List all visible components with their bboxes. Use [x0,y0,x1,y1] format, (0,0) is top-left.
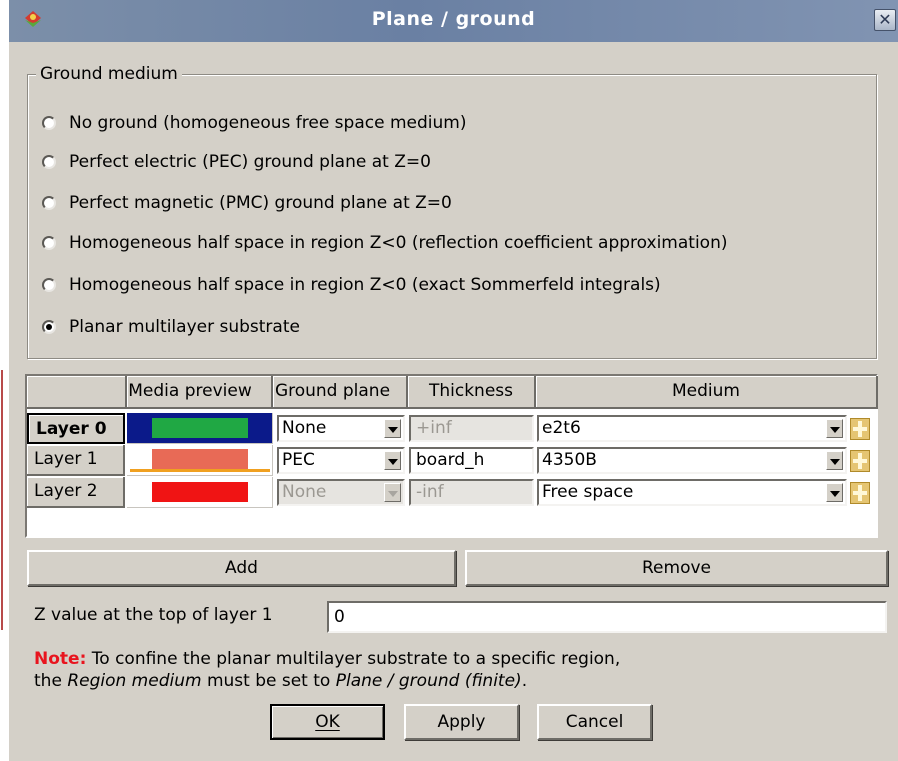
ok-button[interactable]: OK [270,704,385,740]
radio-label: Planar multilayer substrate [69,317,300,337]
radio-label: Homogeneous half space in region Z<0 (re… [69,233,728,253]
close-icon: ✕ [878,10,892,29]
col-header-thickness[interactable]: Thickness [408,376,536,409]
radio-half-space-reflection[interactable]: Homogeneous half space in region Z<0 (re… [42,231,727,255]
close-button[interactable]: ✕ [874,9,896,31]
medium-select[interactable]: 4350B [537,447,847,474]
thickness-field[interactable]: board_h [409,447,534,474]
note-text: Note: To confine the planar multilayer s… [34,649,621,691]
media-preview-swatch [152,482,248,502]
note-prefix: Note: [34,649,87,669]
radio-button[interactable] [42,116,56,130]
z-value-input[interactable] [327,601,887,633]
ground-plane-line [130,469,270,472]
add-medium-icon[interactable] [850,450,870,472]
add-medium-icon[interactable] [850,418,870,440]
thickness-field: -inf [409,479,534,506]
radio-pec[interactable]: Perfect electric (PEC) ground plane at Z… [42,150,431,174]
z-value-label: Z value at the top of layer 1 [34,605,273,625]
title-bar[interactable]: Plane / ground ✕ [9,0,898,42]
dropdown-arrow-icon[interactable] [384,419,401,438]
window-title: Plane / ground [371,8,536,30]
add-medium-icon[interactable] [850,482,870,504]
dropdown-arrow-icon [384,483,401,502]
row-header-layer-2[interactable]: Layer 2 [27,477,125,508]
apply-button[interactable]: Apply [404,704,519,740]
medium-select[interactable]: Free space [537,479,847,506]
dropdown-arrow-icon[interactable] [826,483,843,502]
medium-select[interactable]: e2t6 [537,415,847,442]
radio-button[interactable] [42,236,56,250]
group-title: Ground medium [36,64,182,84]
cancel-button[interactable]: Cancel [537,704,652,740]
radio-label: No ground (homogeneous free space medium… [69,113,467,133]
dropdown-arrow-icon[interactable] [826,419,843,438]
col-header-ground-plane[interactable]: Ground plane [273,376,408,409]
row-header-layer-1[interactable]: Layer 1 [27,445,125,476]
radio-planar-multilayer[interactable]: Planar multilayer substrate [42,315,300,339]
col-header-media-preview[interactable]: Media preview [127,376,273,409]
radio-half-space-sommerfeld[interactable]: Homogeneous half space in region Z<0 (ex… [42,273,661,297]
radio-button[interactable] [42,278,56,292]
radio-label: Perfect magnetic (PMC) ground plane at Z… [69,193,452,213]
row-header-layer-0[interactable]: Layer 0 [27,413,125,444]
radio-button-checked[interactable] [42,320,56,334]
background-edge-mark [1,370,3,630]
media-preview-swatch [152,418,248,438]
ground-plane-select[interactable]: PEC [277,447,405,474]
col-header-medium[interactable]: Medium [536,376,878,409]
media-preview-swatch [152,449,248,469]
dropdown-arrow-icon[interactable] [826,451,843,470]
radio-label: Homogeneous half space in region Z<0 (ex… [69,275,661,295]
radio-button[interactable] [42,196,56,210]
radio-pmc[interactable]: Perfect magnetic (PMC) ground plane at Z… [42,191,452,215]
ground-plane-select: None [277,479,405,506]
thickness-field: +inf [409,415,534,442]
radio-label: Perfect electric (PEC) ground plane at Z… [69,152,431,172]
table-corner [27,376,127,409]
dropdown-arrow-icon[interactable] [384,451,401,470]
remove-layer-button[interactable]: Remove [465,550,888,586]
radio-button[interactable] [42,155,56,169]
radio-no-ground[interactable]: No ground (homogeneous free space medium… [42,111,466,135]
ground-plane-select[interactable]: None [277,415,405,442]
add-layer-button[interactable]: Add [27,550,456,586]
